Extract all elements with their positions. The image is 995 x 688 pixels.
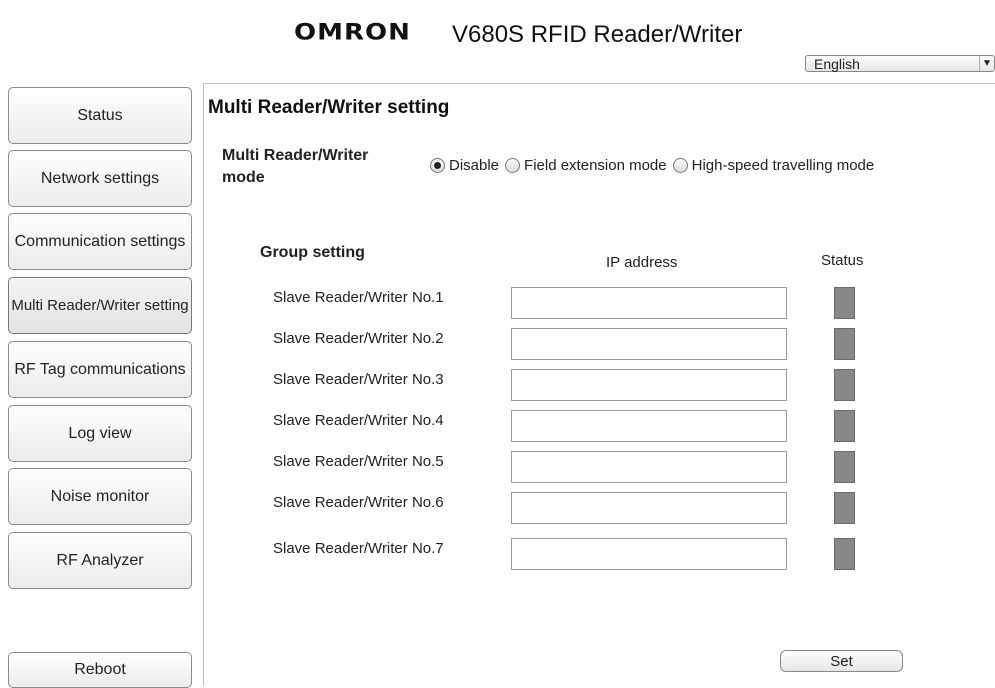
ip-address-column-header: IP address bbox=[606, 254, 678, 271]
slave-label-1: Slave Reader/Writer No.1 bbox=[273, 289, 444, 306]
radio-high-speed-label[interactable]: High-speed travelling mode bbox=[692, 157, 875, 174]
radio-high-speed[interactable] bbox=[672, 158, 688, 173]
slave-status-lamp-7 bbox=[834, 538, 855, 570]
sidebar-item-log-view[interactable]: Log view bbox=[8, 405, 192, 462]
slave-status-lamp-5 bbox=[834, 451, 855, 483]
dropdown-arrow-icon[interactable]: ▼ bbox=[979, 56, 994, 71]
reboot-button[interactable]: Reboot bbox=[8, 652, 192, 688]
page-title: Multi Reader/Writer setting bbox=[208, 97, 450, 118]
slave-label-6: Slave Reader/Writer No.6 bbox=[273, 494, 444, 511]
sidebar-item-rf-analyzer[interactable]: RF Analyzer bbox=[8, 532, 192, 589]
slave-status-lamp-2 bbox=[834, 328, 855, 360]
set-button[interactable]: Set bbox=[780, 650, 903, 672]
sidebar-item-rf-tag-communications[interactable]: RF Tag communications bbox=[8, 341, 192, 398]
slave-label-5: Slave Reader/Writer No.5 bbox=[273, 453, 444, 470]
radio-disable[interactable] bbox=[430, 158, 445, 173]
slave-label-7: Slave Reader/Writer No.7 bbox=[273, 540, 444, 557]
omron-logo: OMRON bbox=[294, 20, 411, 46]
status-column-header: Status bbox=[821, 252, 864, 269]
slave-status-lamp-6 bbox=[834, 492, 855, 524]
radio-disable-label[interactable]: Disable bbox=[449, 157, 499, 174]
slave-ip-input-2[interactable] bbox=[511, 328, 787, 360]
sidebar-divider bbox=[203, 83, 204, 686]
sidebar-item-multi-reader-writer[interactable]: Multi Reader/Writer setting bbox=[8, 277, 192, 334]
mode-radio-group: Disable Field extension mode High-speed … bbox=[430, 157, 880, 174]
sidebar-item-network-settings[interactable]: Network settings bbox=[8, 150, 192, 207]
sidebar-item-status[interactable]: Status bbox=[8, 87, 192, 144]
slave-ip-input-5[interactable] bbox=[511, 451, 787, 483]
slave-ip-input-6[interactable] bbox=[511, 492, 787, 524]
radio-field-extension-label[interactable]: Field extension mode bbox=[524, 157, 667, 174]
mode-label: Multi Reader/Writer mode bbox=[222, 147, 369, 186]
slave-status-lamp-4 bbox=[834, 410, 855, 442]
slave-ip-input-3[interactable] bbox=[511, 369, 787, 401]
radio-field-extension[interactable] bbox=[505, 158, 521, 173]
slave-label-4: Slave Reader/Writer No.4 bbox=[273, 412, 444, 429]
slave-label-2: Slave Reader/Writer No.2 bbox=[273, 330, 444, 347]
sidebar-item-noise-monitor[interactable]: Noise monitor bbox=[8, 468, 192, 525]
slave-status-lamp-3 bbox=[834, 369, 855, 401]
header-divider bbox=[203, 83, 995, 84]
group-setting-heading: Group setting bbox=[260, 244, 365, 261]
slave-ip-input-7[interactable] bbox=[511, 538, 787, 570]
slave-label-3: Slave Reader/Writer No.3 bbox=[273, 371, 444, 388]
product-title: V680S RFID Reader/Writer bbox=[452, 21, 743, 48]
language-selected-value: English bbox=[814, 55, 860, 72]
slave-status-lamp-1 bbox=[834, 287, 855, 319]
slave-ip-input-1[interactable] bbox=[511, 287, 787, 319]
sidebar-item-communication-settings[interactable]: Communication settings bbox=[8, 213, 192, 270]
slave-ip-input-4[interactable] bbox=[511, 410, 787, 442]
language-select[interactable]: English ▼ bbox=[805, 55, 995, 72]
